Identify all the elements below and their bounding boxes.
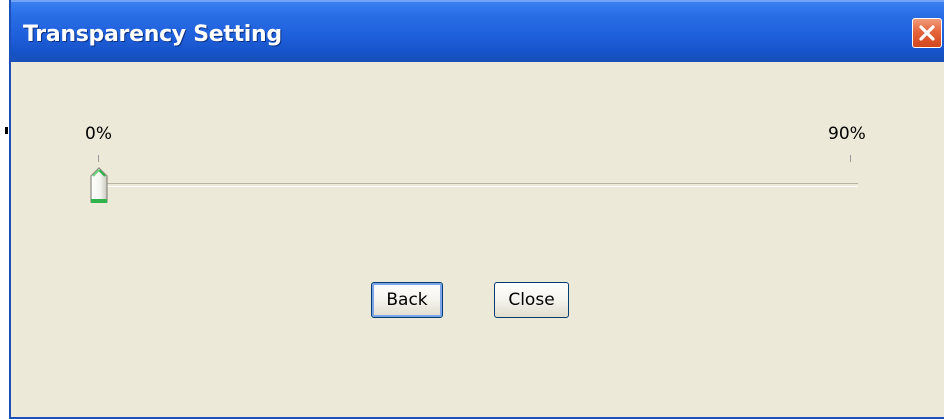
slider-thumb-icon: [90, 167, 108, 203]
transparency-dialog: Transparency Setting: [9, 0, 944, 419]
window-title: Transparency Setting: [23, 22, 282, 47]
back-button[interactable]: Back: [371, 282, 443, 318]
slider-min-tick: [98, 155, 99, 162]
dialog-body: [11, 62, 944, 417]
slider-max-tick: [850, 155, 851, 162]
close-x-icon: [919, 25, 935, 41]
window-close-button[interactable]: [912, 18, 942, 48]
transparency-slider[interactable]: [98, 183, 858, 187]
slider-max-label: 90%: [828, 124, 866, 144]
slider-min-label: 0%: [85, 124, 112, 144]
edge-marker: [5, 127, 8, 134]
close-button[interactable]: Close: [494, 282, 569, 318]
slider-thumb[interactable]: [88, 166, 110, 206]
title-bar[interactable]: Transparency Setting: [11, 0, 944, 62]
